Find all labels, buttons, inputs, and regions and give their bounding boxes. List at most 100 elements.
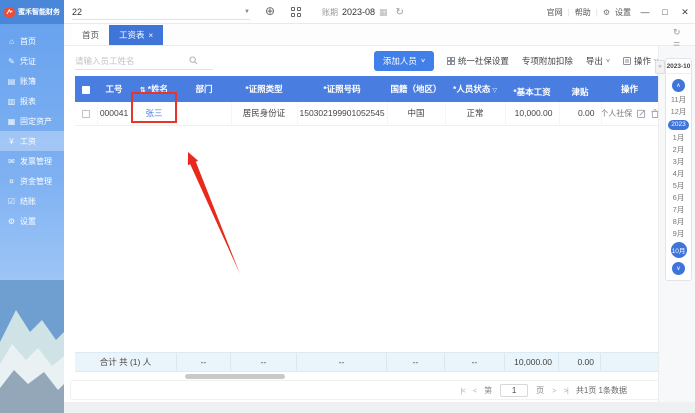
- sidebar: ⌂ 首页 ✎ 凭证 ▤ 账簿 ▥ 报表 ▦ 固定资产 ¥ 工资 ✉ 发票管理 ¤ 资金管理 ☑ 结…: [0, 24, 64, 413]
- toolbar: 添加人员 ∨ 统一社保设置 专项附加扣除 导出 ∨ 操作 ∨: [75, 50, 659, 72]
- col-dept: 部门: [177, 76, 231, 102]
- sidebar-item-funds[interactable]: ¤ 资金管理: [0, 171, 64, 191]
- special-deduction-button[interactable]: 专项附加扣除: [522, 55, 573, 67]
- month-item[interactable]: 3月: [673, 158, 685, 166]
- personal-social-insurance-link[interactable]: 个人社保: [601, 108, 632, 119]
- chevron-down-icon: ∨: [605, 58, 611, 64]
- close-button[interactable]: ✕: [675, 0, 695, 24]
- month-item[interactable]: 11月: [671, 96, 686, 104]
- sidebar-item-salary[interactable]: ¥ 工资: [0, 131, 64, 151]
- add-personnel-button[interactable]: 添加人员 ∨: [373, 51, 434, 71]
- scroll-up-button[interactable]: ∧: [672, 79, 685, 92]
- sidebar-item-reports[interactable]: ▥ 报表: [0, 91, 64, 111]
- bottom-strip: [64, 402, 695, 413]
- summary-total: 合计 共 (1) 人: [75, 353, 177, 371]
- closing-icon: ☑: [7, 196, 16, 206]
- cell-nationality: 中国: [387, 102, 446, 126]
- pagination-bar: |< < 第 页 > >| 共1页 1条数据: [70, 380, 660, 400]
- minimize-button[interactable]: —: [635, 0, 655, 24]
- link-settings[interactable]: 设置: [615, 7, 631, 18]
- select-all-checkbox[interactable]: [75, 76, 97, 102]
- month-item[interactable]: 2月: [673, 146, 685, 154]
- add-account-set-icon[interactable]: ⊕: [265, 5, 275, 18]
- settings-icon: ⚙: [7, 216, 16, 226]
- cell-cert-no: 150302199901052545: [297, 102, 388, 126]
- sidebar-item-home[interactable]: ⌂ 首页: [0, 31, 64, 51]
- col-name[interactable]: ⇅ *姓名: [131, 76, 177, 102]
- cell-cert-type: 居民身份证: [231, 102, 298, 126]
- close-tab-icon[interactable]: ×: [149, 31, 154, 40]
- page-total-text: 共1页 1条数据: [575, 385, 627, 395]
- month-item[interactable]: 5月: [673, 182, 685, 190]
- month-item[interactable]: 7月: [673, 206, 685, 214]
- month-item[interactable]: 1月: [673, 134, 685, 142]
- col-emp-no: 工号: [97, 76, 131, 102]
- period-value[interactable]: 2023-08: [342, 7, 375, 17]
- col-cert-type: *证照类型: [231, 76, 297, 102]
- window-controls: — □ ✕: [635, 0, 695, 24]
- prev-page-button[interactable]: <: [473, 386, 478, 395]
- month-item[interactable]: 12月: [671, 108, 687, 116]
- maximize-button[interactable]: □: [655, 0, 675, 24]
- employee-name-link[interactable]: 张三: [145, 108, 162, 118]
- filter-icon[interactable]: ▽: [492, 88, 497, 94]
- gear-icon: ⚙: [602, 7, 610, 17]
- sidebar-item-ledger[interactable]: ▤ 账簿: [0, 71, 64, 91]
- next-page-button[interactable]: >: [552, 386, 557, 395]
- refresh-icon[interactable]: ↻: [396, 7, 404, 18]
- company-select[interactable]: 22 ▼: [72, 4, 250, 20]
- sidebar-item-invoice[interactable]: ✉ 发票管理: [0, 151, 64, 171]
- operate-button[interactable]: 操作 ∨: [622, 55, 659, 67]
- sidebar-item-voucher[interactable]: ✎ 凭证: [0, 51, 64, 71]
- horizontal-scrollbar[interactable]: [185, 374, 285, 379]
- refresh-page-icon[interactable]: ↻: [673, 27, 681, 38]
- row-checkbox[interactable]: [75, 102, 98, 126]
- link-help[interactable]: 帮助: [575, 7, 591, 18]
- month-strip: » 2023-10 ∧ 11月 12月 2023 1月 2月 3月 4月 5月 …: [655, 46, 695, 402]
- collapse-panel-icon[interactable]: »: [655, 60, 665, 74]
- month-item[interactable]: 6月: [673, 194, 685, 202]
- summary-row: 合计 共 (1) 人 -- -- -- -- -- 10,000.00 0.00: [75, 352, 658, 372]
- scroll-down-button[interactable]: ∨: [672, 262, 685, 275]
- sidebar-item-settings[interactable]: ⚙ 设置: [0, 211, 64, 231]
- report-icon: ▥: [7, 96, 16, 106]
- selected-month[interactable]: 10月: [670, 242, 687, 258]
- payroll-table: 工号 ⇅ *姓名 部门 *证照类型 *证照号码 国籍（地区） *人员状态 ▽ *基本…: [75, 76, 658, 126]
- month-item[interactable]: 8月: [673, 218, 685, 226]
- last-page-button[interactable]: >|: [564, 386, 569, 395]
- chevron-down-icon: ▼: [244, 8, 250, 15]
- tab-payroll[interactable]: 工资表 ×: [109, 25, 164, 45]
- divider: |: [567, 7, 570, 17]
- calendar-icon[interactable]: ▦: [379, 7, 388, 18]
- export-button[interactable]: 导出 ∨: [586, 55, 611, 67]
- social-insurance-settings-button[interactable]: 统一社保设置: [446, 55, 509, 67]
- page-number-input[interactable]: [500, 383, 529, 397]
- year-badge[interactable]: 2023: [668, 120, 689, 130]
- search-box[interactable]: [75, 52, 213, 70]
- salary-icon: ¥: [9, 136, 14, 146]
- link-website[interactable]: 官网: [547, 7, 563, 18]
- edit-icon[interactable]: [637, 109, 646, 118]
- cell-base-salary: 10,000.00: [505, 102, 560, 126]
- title-bar: 蜜禾智能财务 22 ▼ ⊕ 账期 2023-08 ▦ ↻ 官网 | 帮助 | ⚙…: [0, 0, 695, 24]
- page-label-pre: 第: [484, 385, 493, 395]
- home-icon: ⌂: [9, 36, 14, 46]
- month-item[interactable]: 4月: [673, 170, 685, 178]
- sidebar-item-closing[interactable]: ☑ 结账: [0, 191, 64, 211]
- funds-icon: ¤: [9, 176, 14, 186]
- search-input[interactable]: [75, 55, 187, 66]
- sidebar-item-fixed-assets[interactable]: ▦ 固定资产: [0, 111, 64, 131]
- first-page-button[interactable]: |<: [460, 386, 465, 395]
- divider: |: [595, 7, 598, 17]
- delete-icon[interactable]: [651, 109, 658, 118]
- month-item[interactable]: 9月: [673, 230, 685, 238]
- summary-base-salary: 10,000.00: [505, 353, 559, 371]
- voucher-icon: ✎: [8, 56, 15, 66]
- month-panel: 2023-10 ∧ 11月 12月 2023 1月 2月 3月 4月 5月 6月…: [665, 58, 692, 281]
- apps-grid-icon[interactable]: [291, 7, 302, 18]
- chevron-down-icon: ∨: [676, 266, 681, 272]
- tab-home[interactable]: 首页: [72, 25, 110, 45]
- sort-icon[interactable]: ⇅: [140, 87, 146, 94]
- col-status[interactable]: *人员状态 ▽: [445, 76, 505, 102]
- chevron-up-icon: ∧: [676, 83, 681, 89]
